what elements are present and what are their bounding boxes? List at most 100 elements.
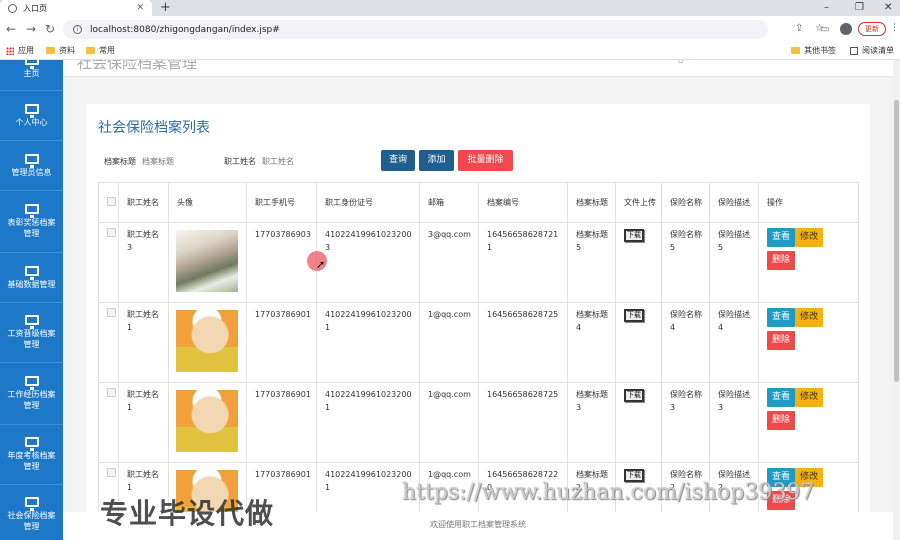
- delete-button[interactable]: 删除: [767, 331, 796, 350]
- download-button[interactable]: 下载: [624, 229, 644, 242]
- monitor-icon: [24, 103, 39, 118]
- monitor-icon: [24, 315, 39, 329]
- row-checkbox[interactable]: [107, 308, 116, 317]
- address-toolbar: ← → ↻ i localhost:8080/zhigongdangan/ind…: [0, 16, 900, 43]
- bookmark-folder[interactable]: 资料: [46, 45, 75, 56]
- close-window-icon[interactable]: ✕: [884, 0, 892, 16]
- folder-icon: [46, 47, 55, 54]
- sidebar-item-salary[interactable]: 工资晋级档案管理: [0, 303, 63, 363]
- cell-actions: 查看 修改 删除: [758, 222, 859, 303]
- sidebar-item-rewards[interactable]: 表彰奖惩档案管理: [0, 191, 63, 253]
- select-all-checkbox[interactable]: [107, 197, 116, 206]
- cell-name: 职工姓名1: [118, 302, 169, 383]
- download-button[interactable]: 下载: [624, 389, 644, 402]
- view-button[interactable]: 查看: [767, 388, 796, 407]
- row-select-cell: [98, 382, 119, 463]
- profile-avatar[interactable]: [840, 23, 852, 35]
- sidebar-item-admin[interactable]: 管理员信息: [0, 141, 63, 191]
- cell-title: 档案标题3: [567, 382, 616, 463]
- search-form: 档案标题 职工姓名: [104, 150, 344, 172]
- edit-button[interactable]: 修改: [795, 388, 824, 407]
- sidebar-item-label: 工作经历档案管理: [7, 390, 56, 410]
- batch-delete-button[interactable]: 批量删除: [458, 150, 513, 171]
- reading-list-icon: [850, 46, 858, 55]
- update-button[interactable]: 更新: [858, 22, 886, 36]
- cell-email: 3@qq.com: [419, 222, 479, 303]
- cell-file-no: 16456658628721​1: [478, 222, 568, 303]
- forward-icon[interactable]: →: [26, 22, 36, 36]
- edit-button[interactable]: 修改: [795, 228, 824, 247]
- column-header: 头像: [168, 182, 247, 223]
- url-bar[interactable]: i localhost:8080/zhigongdangan/index.jsp…: [63, 20, 824, 39]
- sidebar-item-annual-review[interactable]: 年度考核档案管理: [0, 425, 63, 485]
- sidebar-item-basic-data[interactable]: 基础数据管理: [0, 253, 63, 303]
- query-button[interactable]: 查询: [381, 150, 415, 171]
- view-button[interactable]: 查看: [767, 228, 796, 247]
- cell-title: 档案标题5: [567, 222, 616, 303]
- monitor-icon: [24, 60, 39, 69]
- cell-actions: 查看 修改 删除: [758, 302, 859, 383]
- sidebar-item-label: 工资晋级档案管理: [7, 329, 56, 349]
- column-header: 职工手机号: [246, 182, 317, 223]
- cell-actions: 查看 修改 删除: [758, 382, 859, 463]
- sidebar-item-label: 个人中心: [15, 117, 48, 127]
- minimize-icon[interactable]: –: [824, 0, 829, 16]
- reading-list[interactable]: 阅读清单: [850, 45, 894, 56]
- apps-grid-icon: [6, 46, 14, 55]
- bookmark-other[interactable]: 其他书签: [791, 45, 836, 56]
- new-tab-icon[interactable]: +: [160, 0, 171, 16]
- folder-icon: [86, 47, 95, 54]
- reload-icon[interactable]: ↻: [45, 22, 55, 36]
- monitor-icon: [24, 204, 39, 218]
- sidebar-item-work-history[interactable]: 工作经历档案管理: [0, 363, 63, 425]
- name-search-input[interactable]: [262, 153, 336, 169]
- browser-tab[interactable]: 入口页 ✕: [0, 0, 152, 16]
- cell-insurance-desc: 保险描述3: [709, 382, 759, 463]
- monitor-icon: [24, 437, 39, 451]
- edit-button[interactable]: 修改: [795, 308, 824, 327]
- more-menu-icon[interactable]: ⋮: [890, 23, 899, 33]
- scrollbar-thumb[interactable]: [894, 100, 899, 382]
- watermark-right: https://www.huzhan.com/ishop39397: [402, 480, 815, 505]
- sidebar-item-social-insurance[interactable]: 社会保险档案管理: [0, 485, 63, 540]
- title-search-input[interactable]: [142, 153, 216, 169]
- add-button[interactable]: 添加: [419, 150, 454, 171]
- cell-photo: [168, 302, 247, 383]
- row-checkbox[interactable]: [107, 468, 116, 477]
- bookmark-folder[interactable]: 常用: [86, 45, 115, 56]
- cell-phone: 17703786901: [246, 302, 317, 383]
- delete-button[interactable]: 删除: [767, 251, 796, 270]
- sidebar-item-label: 基础数据管理: [7, 279, 56, 289]
- info-icon[interactable]: i: [73, 25, 82, 34]
- cell-idcard: 410224199610232001: [316, 302, 420, 383]
- back-icon[interactable]: ←: [6, 22, 16, 36]
- sidebar-item-profile[interactable]: 个人中心: [0, 91, 63, 141]
- share-icon[interactable]: ⇪: [795, 23, 803, 34]
- cell-idcard: 410224199610232001: [316, 382, 420, 463]
- cell-insurance-name: 保险名称3: [661, 382, 710, 463]
- bookmarks-bar: 应用 资料 常用 其他书签 阅读清单: [0, 43, 900, 60]
- cell-file-no: 16456658628725: [478, 382, 568, 463]
- restore-icon[interactable]: ❐: [855, 0, 864, 16]
- column-header: 文件上传: [615, 182, 662, 223]
- delete-button[interactable]: 删除: [767, 411, 796, 430]
- bookmark-apps[interactable]: 应用: [6, 45, 34, 56]
- cell-file-no: 16456658628725: [478, 302, 568, 383]
- cell-email: 1@qq.com: [419, 302, 479, 383]
- view-button[interactable]: 查看: [767, 308, 796, 327]
- sidebar-item-home[interactable]: 主页: [0, 60, 63, 91]
- avatar: [176, 310, 238, 372]
- sidebar-item-label: 表彰奖惩档案管理: [7, 218, 56, 238]
- cell-phone: 17703786903: [246, 222, 317, 303]
- row-select-cell: [98, 302, 119, 383]
- column-header: 邮箱: [419, 182, 479, 223]
- cell-email: 1@qq.com: [419, 382, 479, 463]
- select-all-cell: [98, 182, 119, 223]
- extensions-icon[interactable]: ▭: [820, 24, 829, 35]
- row-checkbox[interactable]: [107, 388, 116, 397]
- download-button[interactable]: 下载: [624, 309, 644, 322]
- row-checkbox[interactable]: [107, 228, 116, 237]
- close-tab-icon[interactable]: ✕: [136, 3, 144, 13]
- sidebar: 主页 个人中心 管理员信息 表彰奖惩档案管理 基础数据管理 工资晋级档案管理 工…: [0, 60, 63, 540]
- sidebar-item-label: 主页: [23, 69, 40, 78]
